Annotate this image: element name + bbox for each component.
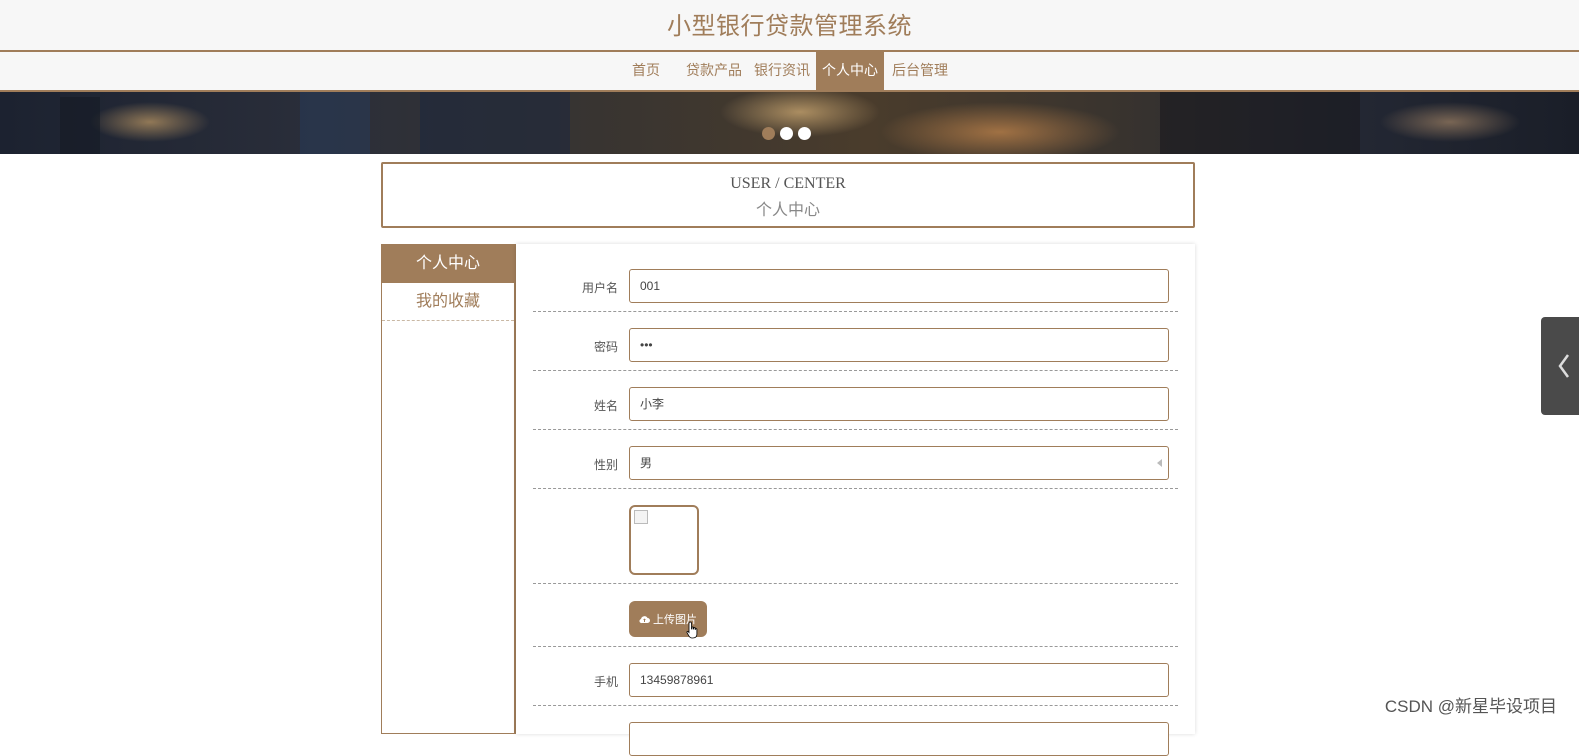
section-title-en: USER / CENTER — [730, 175, 846, 192]
nav-user-center[interactable]: 个人中心 — [816, 52, 884, 90]
main-nav: 首页 贷款产品 银行资讯 个人中心 后台管理 — [0, 52, 1579, 92]
sidebar-item-favorites[interactable]: 我的收藏 — [382, 283, 514, 321]
watermark: CSDN @新星毕设项目 — [1384, 697, 1557, 716]
form-row-username: 用户名 001 — [533, 244, 1178, 312]
username-label: 用户名 — [581, 281, 618, 295]
profile-form: 用户名 001 密码 ••• 姓名 小李 性别 男 上传图片 手机 134598… — [516, 244, 1195, 756]
side-panel-toggle[interactable] — [1541, 317, 1579, 415]
header: 小型银行贷款管理系统 — [0, 0, 1579, 52]
name-label: 姓名 — [593, 399, 618, 413]
hand-cursor-icon — [686, 621, 698, 639]
gender-select[interactable]: 男 — [629, 446, 1169, 480]
section-header: USER / CENTER 个人中心 — [381, 162, 1195, 228]
password-input[interactable]: ••• — [629, 328, 1169, 362]
nav-admin[interactable]: 后台管理 — [886, 52, 954, 90]
nav-home[interactable]: 首页 — [620, 52, 672, 90]
form-row-avatar — [533, 489, 1178, 584]
broken-image-icon — [634, 510, 648, 524]
banner-image — [0, 92, 1579, 154]
section-title-cn: 个人中心 — [755, 202, 820, 219]
form-row-gender: 性别 男 — [533, 430, 1178, 489]
carousel-dots — [762, 127, 811, 140]
nav-loan-products[interactable]: 贷款产品 — [680, 52, 748, 90]
carousel-dot[interactable] — [762, 127, 775, 140]
form-row-upload: 上传图片 — [533, 584, 1178, 647]
gender-label: 性别 — [593, 458, 618, 472]
phone-label: 手机 — [593, 675, 618, 689]
password-label: 密码 — [593, 340, 618, 354]
form-row-next — [533, 706, 1178, 756]
form-row-password: 密码 ••• — [533, 312, 1178, 371]
avatar-preview — [629, 505, 699, 575]
chevron-left-icon — [1558, 354, 1570, 378]
phone-input[interactable]: 13459878961 — [629, 663, 1169, 697]
carousel-dot[interactable] — [798, 127, 811, 140]
site-title: 小型银行贷款管理系统 — [667, 13, 912, 40]
form-row-name: 姓名 小李 — [533, 371, 1178, 430]
nav-bank-news[interactable]: 银行资讯 — [748, 52, 816, 90]
cloud-upload-icon — [639, 615, 650, 623]
username-input[interactable]: 001 — [629, 269, 1169, 303]
form-row-phone: 手机 13459878961 — [533, 647, 1178, 706]
sidebar-item-user-center[interactable]: 个人中心 — [382, 245, 514, 283]
dropdown-arrow-icon — [1157, 459, 1162, 467]
sidebar: 个人中心 我的收藏 — [381, 244, 516, 734]
gender-value: 男 — [640, 456, 653, 470]
name-input[interactable]: 小李 — [629, 387, 1169, 421]
carousel-dot[interactable] — [780, 127, 793, 140]
next-field-input[interactable] — [629, 722, 1169, 756]
